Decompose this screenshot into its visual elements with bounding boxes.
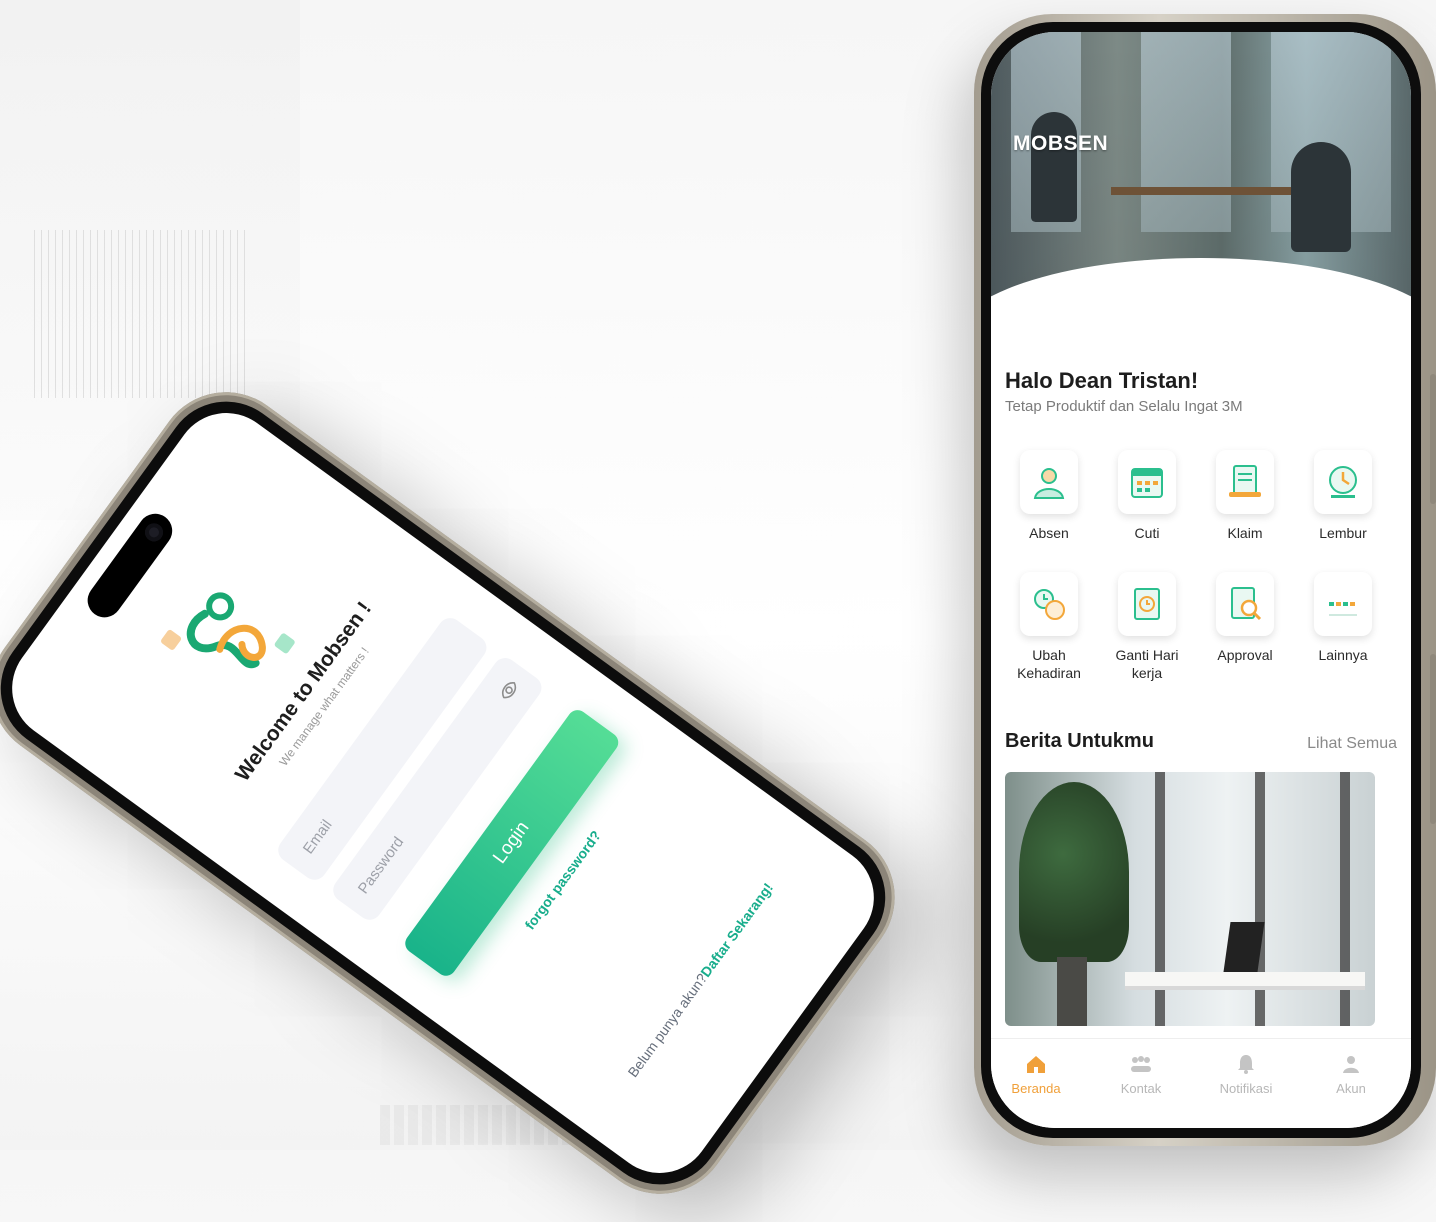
news-card-image[interactable]: [1005, 772, 1375, 1026]
register-question: Belum punya akun?: [624, 970, 711, 1081]
absen-icon: [1033, 468, 1065, 499]
menu-item-cuti[interactable]: Cuti: [1099, 450, 1195, 542]
email-placeholder: Email: [299, 816, 336, 858]
calendar-icon: [1131, 468, 1163, 498]
menu-item-absen[interactable]: Absen: [1001, 450, 1097, 542]
menu-item-klaim[interactable]: Klaim: [1197, 450, 1293, 542]
home-icon: [1027, 1056, 1045, 1073]
register-prompt: Belum punya akun?Daftar Sekarang!: [582, 822, 818, 1139]
show-password-eye-icon[interactable]: [495, 676, 523, 704]
office-person: [1031, 112, 1077, 222]
menu-label: Cuti: [1134, 525, 1160, 541]
menu-label: Klaim: [1227, 525, 1263, 541]
nav-item-notifikasi[interactable]: Notifikasi: [1201, 1053, 1291, 1096]
menu-label: Lembur: [1319, 525, 1367, 541]
office-window: [1141, 32, 1231, 232]
hero-banner[interactable]: MOBSEN: [991, 32, 1411, 398]
home-screen: MOBSEN Halo Dean Tristan! Tetap Produkti…: [991, 32, 1411, 1128]
menu-label: Lainnya: [1318, 647, 1368, 663]
window-frame: [1255, 772, 1265, 1026]
bottom-navigation: Beranda Kontak Notifikasi Akun: [991, 1038, 1411, 1128]
register-link[interactable]: Daftar Sekarang!: [697, 880, 776, 980]
claim-document-icon: [1229, 465, 1261, 497]
menu-item-ubah-kehadiran[interactable]: Ubah Kehadiran: [1001, 572, 1097, 682]
menu-item-approval[interactable]: Approval: [1197, 572, 1293, 664]
side-button: [1430, 374, 1436, 504]
password-placeholder: Password: [354, 833, 408, 898]
window-frame: [1155, 772, 1165, 1026]
window-frame: [1340, 772, 1350, 1026]
user-icon: [1343, 1056, 1359, 1073]
login-phone: Welcome to Mobsen ! We manage what matte…: [0, 364, 923, 1222]
side-button: [1430, 654, 1436, 824]
carousel-indicator[interactable]: [1173, 276, 1243, 294]
nav-item-beranda[interactable]: Beranda: [991, 1053, 1081, 1096]
carousel-dot[interactable]: [1209, 282, 1217, 290]
overtime-clock-icon: [1329, 466, 1357, 498]
menu-label: Ganti Hari kerja: [1115, 647, 1179, 681]
office-table: [1125, 972, 1365, 986]
background-stripes: [34, 230, 246, 398]
workday-swap-icon: [1134, 588, 1160, 620]
carousel-dot[interactable]: [1173, 282, 1181, 290]
nav-item-akun[interactable]: Akun: [1306, 1053, 1396, 1096]
nav-label: Kontak: [1120, 1081, 1162, 1096]
nav-label: Akun: [1336, 1081, 1366, 1096]
menu-item-lainnya[interactable]: Lainnya: [1295, 572, 1391, 664]
attendance-change-icon: [1034, 589, 1065, 620]
office-desk: [1111, 187, 1321, 195]
menu-label: Approval: [1217, 647, 1273, 663]
see-all-link[interactable]: Lihat Semua: [1307, 735, 1397, 753]
plant: [1019, 782, 1129, 962]
menu-label: Ubah Kehadiran: [1017, 647, 1081, 681]
plant-pot: [1057, 957, 1087, 1026]
greeting-subtitle: Tetap Produktif dan Selalu Ingat 3M: [1005, 398, 1243, 415]
menu-item-ganti-hari-kerja[interactable]: Ganti Hari kerja: [1099, 572, 1195, 682]
bell-icon: [1238, 1055, 1254, 1074]
laptop: [1223, 922, 1265, 972]
contacts-icon: [1131, 1056, 1151, 1072]
more-icon: [1329, 602, 1357, 616]
brand-title: MOBSEN: [1013, 132, 1109, 155]
carousel-dot-active[interactable]: [1187, 278, 1203, 294]
home-phone: MOBSEN Halo Dean Tristan! Tetap Produkti…: [974, 14, 1436, 1146]
nav-label: Notifikasi: [1219, 1081, 1273, 1096]
menu-item-lembur[interactable]: Lembur: [1295, 450, 1391, 542]
approval-search-icon: [1231, 587, 1262, 621]
nav-item-kontak[interactable]: Kontak: [1096, 1053, 1186, 1096]
nav-label: Beranda: [1011, 1081, 1061, 1096]
office-person: [1291, 142, 1351, 252]
news-section-title: Berita Untukmu: [1005, 730, 1154, 752]
greeting: Halo Dean Tristan!: [1005, 368, 1199, 393]
menu-label: Absen: [1029, 525, 1069, 541]
